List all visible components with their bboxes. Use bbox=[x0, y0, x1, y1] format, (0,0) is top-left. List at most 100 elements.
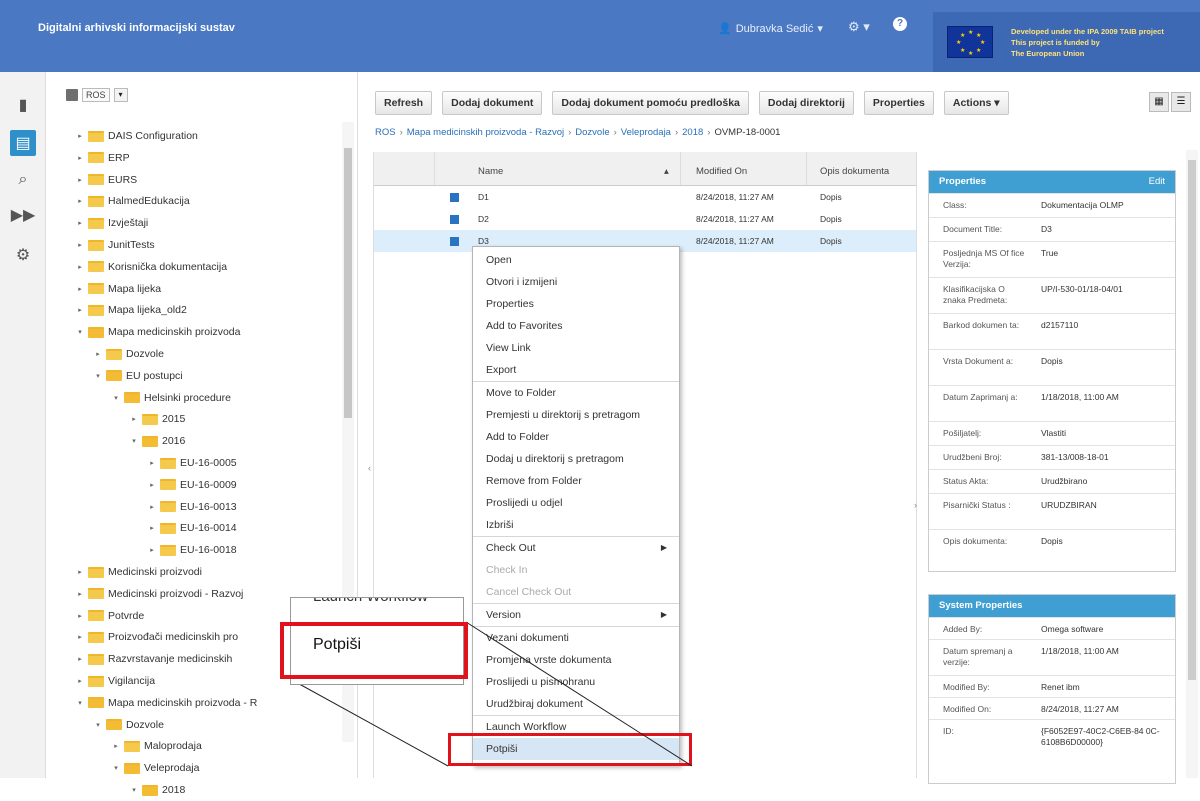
context-menu-item[interactable]: Open bbox=[473, 249, 679, 271]
tree-item[interactable]: ▾ Mapa medicinskih proizvoda - R bbox=[76, 692, 257, 714]
expanded-toggle-icon[interactable]: ▾ bbox=[76, 699, 84, 707]
collapsed-toggle-icon[interactable]: ▸ bbox=[76, 197, 84, 205]
toolbar-button[interactable]: Properties bbox=[863, 91, 934, 115]
work-icon[interactable]: ▶▶ bbox=[10, 202, 36, 228]
collapsed-toggle-icon[interactable]: ▸ bbox=[76, 241, 84, 249]
context-menu-item[interactable]: Izbriši bbox=[473, 514, 679, 536]
user-menu[interactable]: 👤 Dubravka Sedić ▾ bbox=[718, 22, 823, 36]
collapsed-toggle-icon[interactable]: ▸ bbox=[76, 219, 84, 227]
expanded-toggle-icon[interactable]: ▾ bbox=[94, 372, 102, 380]
edit-link[interactable]: Edit bbox=[1149, 171, 1165, 193]
collapsed-toggle-icon[interactable]: ▸ bbox=[76, 132, 84, 140]
chevron-down-icon[interactable]: ▾ bbox=[113, 88, 128, 102]
breadcrumb-item[interactable]: Mapa medicinskih proizvoda - Razvoj bbox=[407, 127, 564, 138]
settings-icon[interactable]: ⚙ bbox=[10, 242, 36, 268]
tree-item[interactable]: ▸ EU-16-0018 bbox=[148, 539, 236, 561]
context-menu-item[interactable]: Dodaj u direktorij s pretragom bbox=[473, 448, 679, 470]
tree-item[interactable]: ▸ 2015 bbox=[130, 408, 185, 430]
grid-view-icon[interactable]: ▦ bbox=[1149, 92, 1169, 112]
context-menu-item[interactable]: Version ▶ bbox=[473, 604, 679, 626]
expanded-toggle-icon[interactable]: ▾ bbox=[112, 764, 120, 772]
breadcrumb-item[interactable]: 2018 bbox=[682, 127, 703, 138]
collapsed-toggle-icon[interactable]: ▸ bbox=[148, 503, 156, 511]
settings-gear-icon[interactable]: ⚙ ▾ bbox=[848, 19, 870, 35]
favorites-bookmark-icon[interactable]: ▮ bbox=[10, 92, 36, 118]
tree-item[interactable]: ▸ HalmedEdukacija bbox=[76, 190, 189, 212]
context-menu-item[interactable]: Premjesti u direktorij s pretragom bbox=[473, 404, 679, 426]
collapsed-toggle-icon[interactable]: ▸ bbox=[130, 415, 138, 423]
properties-panel-title[interactable]: Properties Edit bbox=[929, 171, 1175, 193]
tree-item[interactable]: ▾ Helsinki procedure bbox=[112, 387, 231, 409]
tree-item[interactable]: ▸ Maloprodaja bbox=[112, 735, 202, 757]
collapse-right-icon[interactable]: › bbox=[914, 500, 917, 510]
collapsed-toggle-icon[interactable]: ▸ bbox=[148, 546, 156, 554]
collapsed-toggle-icon[interactable]: ▸ bbox=[76, 306, 84, 314]
context-menu-item[interactable]: Export bbox=[473, 359, 679, 381]
context-menu-item[interactable]: Properties bbox=[473, 293, 679, 315]
context-menu-item[interactable]: Add to Favorites bbox=[473, 315, 679, 337]
tree-item[interactable]: ▸ Korisnička dokumentacija bbox=[76, 256, 227, 278]
tree-item[interactable]: ▾ 2018 bbox=[130, 779, 185, 801]
collapsed-toggle-icon[interactable]: ▸ bbox=[76, 568, 84, 576]
tree-item[interactable]: ▸ Medicinski proizvodi bbox=[76, 561, 202, 583]
system-properties-title[interactable]: System Properties bbox=[929, 595, 1175, 617]
tree-item[interactable]: ▸ EU-16-0014 bbox=[148, 517, 236, 539]
expanded-toggle-icon[interactable]: ▾ bbox=[130, 437, 138, 445]
column-modified[interactable]: Modified On bbox=[696, 166, 747, 177]
expanded-toggle-icon[interactable]: ▾ bbox=[112, 394, 120, 402]
breadcrumb-item[interactable]: Veleprodaja bbox=[621, 127, 671, 138]
table-row[interactable]: D1 8/24/2018, 11:27 AM Dopis bbox=[374, 186, 916, 208]
toolbar-button[interactable]: Actions ▾ bbox=[943, 91, 1009, 115]
breadcrumb-item[interactable]: Dozvole bbox=[575, 127, 609, 138]
toolbar-button[interactable]: Dodaj dokument bbox=[442, 91, 543, 115]
collapsed-toggle-icon[interactable]: ▸ bbox=[94, 350, 102, 358]
tree-item[interactable]: ▸ Mapa lijeka bbox=[76, 278, 161, 300]
toolbar-button[interactable]: Dodaj direktorij bbox=[758, 91, 854, 115]
toolbar-button[interactable]: Dodaj dokument pomoću predloška bbox=[552, 91, 749, 115]
column-opis[interactable]: Opis dokumenta bbox=[820, 166, 889, 177]
tree-item[interactable]: ▸ Proizvođači medicinskih pro bbox=[76, 626, 238, 648]
collapsed-toggle-icon[interactable]: ▸ bbox=[76, 633, 84, 641]
collapsed-toggle-icon[interactable]: ▸ bbox=[76, 154, 84, 162]
scrollbar-thumb[interactable] bbox=[344, 148, 352, 418]
toolbar-button[interactable]: Refresh bbox=[375, 91, 433, 115]
context-menu-item[interactable]: Move to Folder bbox=[473, 382, 679, 404]
tree-item[interactable]: ▾ Dozvole bbox=[94, 714, 164, 736]
tree-item[interactable]: ▸ Vigilancija bbox=[76, 670, 155, 692]
tree-item[interactable]: ▸ Dozvole bbox=[94, 343, 164, 365]
tree-item[interactable]: ▸ EURS bbox=[76, 169, 137, 191]
collapsed-toggle-icon[interactable]: ▸ bbox=[148, 481, 156, 489]
tree-item[interactable]: ▸ JunitTests bbox=[76, 234, 154, 256]
collapsed-toggle-icon[interactable]: ▸ bbox=[148, 459, 156, 467]
context-menu-item[interactable]: Proslijedi u pismohranu bbox=[473, 671, 679, 693]
tree-item[interactable]: ▸ Potvrde bbox=[76, 605, 144, 627]
tree-item[interactable]: ▸ Razvrstavanje medicinskih bbox=[76, 648, 232, 670]
tree-item[interactable]: ▾ 2016 bbox=[130, 430, 185, 452]
table-row[interactable]: D2 8/24/2018, 11:27 AM Dopis bbox=[374, 208, 916, 230]
context-menu-item[interactable]: Remove from Folder bbox=[473, 470, 679, 492]
context-menu-item[interactable]: Check Out ▶ bbox=[473, 537, 679, 559]
properties-scrollbar[interactable] bbox=[1186, 150, 1198, 778]
context-menu-item[interactable]: Otvori i izmijeni bbox=[473, 271, 679, 293]
context-menu-item[interactable]: Urudžbiraj dokument bbox=[473, 693, 679, 715]
tree-item[interactable]: ▸ Mapa lijeka_old2 bbox=[76, 299, 187, 321]
expanded-toggle-icon[interactable]: ▾ bbox=[76, 328, 84, 336]
collapsed-toggle-icon[interactable]: ▸ bbox=[76, 263, 84, 271]
tree-item[interactable]: ▸ Izvještaji bbox=[76, 212, 148, 234]
browse-icon[interactable]: ▤ bbox=[10, 130, 36, 156]
breadcrumb-item[interactable]: ROS bbox=[375, 127, 396, 138]
tree-item[interactable]: ▸ ERP bbox=[76, 147, 129, 169]
tree-item[interactable]: ▾ Veleprodaja bbox=[112, 757, 199, 779]
collapsed-toggle-icon[interactable]: ▸ bbox=[76, 590, 84, 598]
context-menu-item[interactable]: Proslijedi u odjel bbox=[473, 492, 679, 514]
tree-item[interactable]: ▸ EU-16-0013 bbox=[148, 496, 236, 518]
collapsed-toggle-icon[interactable]: ▸ bbox=[76, 176, 84, 184]
context-menu-item[interactable]: Promjena vrste dokumenta bbox=[473, 649, 679, 671]
collapsed-toggle-icon[interactable]: ▸ bbox=[76, 677, 84, 685]
tree-item[interactable]: ▸ EU-16-0009 bbox=[148, 474, 236, 496]
scrollbar-thumb[interactable] bbox=[1188, 160, 1196, 680]
repository-selector[interactable]: ROS ▾ bbox=[66, 88, 128, 102]
collapsed-toggle-icon[interactable]: ▸ bbox=[112, 742, 120, 750]
tree-item[interactable]: ▸ DAIS Configuration bbox=[76, 125, 198, 147]
context-menu-item[interactable]: View Link bbox=[473, 337, 679, 359]
